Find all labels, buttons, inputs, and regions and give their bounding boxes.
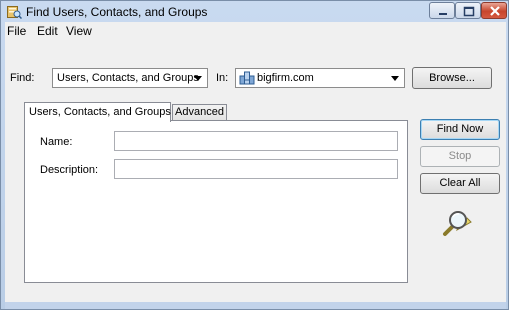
clear-all-button[interactable]: Clear All	[420, 173, 500, 194]
menu-edit[interactable]: Edit	[37, 24, 58, 38]
chevron-down-icon	[194, 76, 202, 81]
name-input[interactable]	[114, 131, 398, 151]
minimize-button[interactable]	[429, 2, 455, 19]
dialog-body: Find: Users, Contacts, and Groups In: bi…	[5, 40, 506, 302]
in-location-dropdown[interactable]: bigfirm.com	[235, 68, 405, 88]
find-type-dropdown[interactable]: Users, Contacts, and Groups	[52, 68, 208, 88]
window-title: Find Users, Contacts, and Groups	[26, 5, 208, 19]
close-button[interactable]	[481, 2, 507, 19]
search-criteria-panel: Name: Description:	[24, 120, 408, 283]
menu-bar: File Edit View	[5, 22, 506, 40]
find-type-value: Users, Contacts, and Groups	[57, 72, 199, 84]
maximize-button[interactable]	[455, 2, 481, 19]
title-bar[interactable]: Find Users, Contacts, and Groups	[1, 1, 508, 23]
find-dialog-window: Find Users, Contacts, and Groups File Ed…	[0, 0, 509, 310]
tab-advanced[interactable]: Advanced	[172, 104, 227, 121]
window-bottom-border	[5, 302, 506, 309]
tab-users-contacts-groups[interactable]: Users, Contacts, and Groups	[24, 102, 171, 122]
menu-view[interactable]: View	[66, 24, 92, 38]
stop-button[interactable]: Stop	[420, 146, 500, 167]
browse-button[interactable]: Browse...	[412, 67, 492, 89]
domain-icon	[239, 71, 255, 88]
description-label: Description:	[40, 164, 99, 176]
magnifier-icon	[437, 210, 473, 241]
in-location-value: bigfirm.com	[257, 72, 314, 84]
directory-search-icon	[7, 5, 23, 20]
description-input[interactable]	[114, 159, 398, 179]
find-label: Find:	[10, 72, 35, 84]
name-label: Name:	[40, 136, 73, 148]
find-now-button[interactable]: Find Now	[420, 119, 500, 140]
in-label: In:	[216, 72, 229, 84]
menu-file[interactable]: File	[7, 24, 26, 38]
chevron-down-icon	[391, 76, 399, 81]
